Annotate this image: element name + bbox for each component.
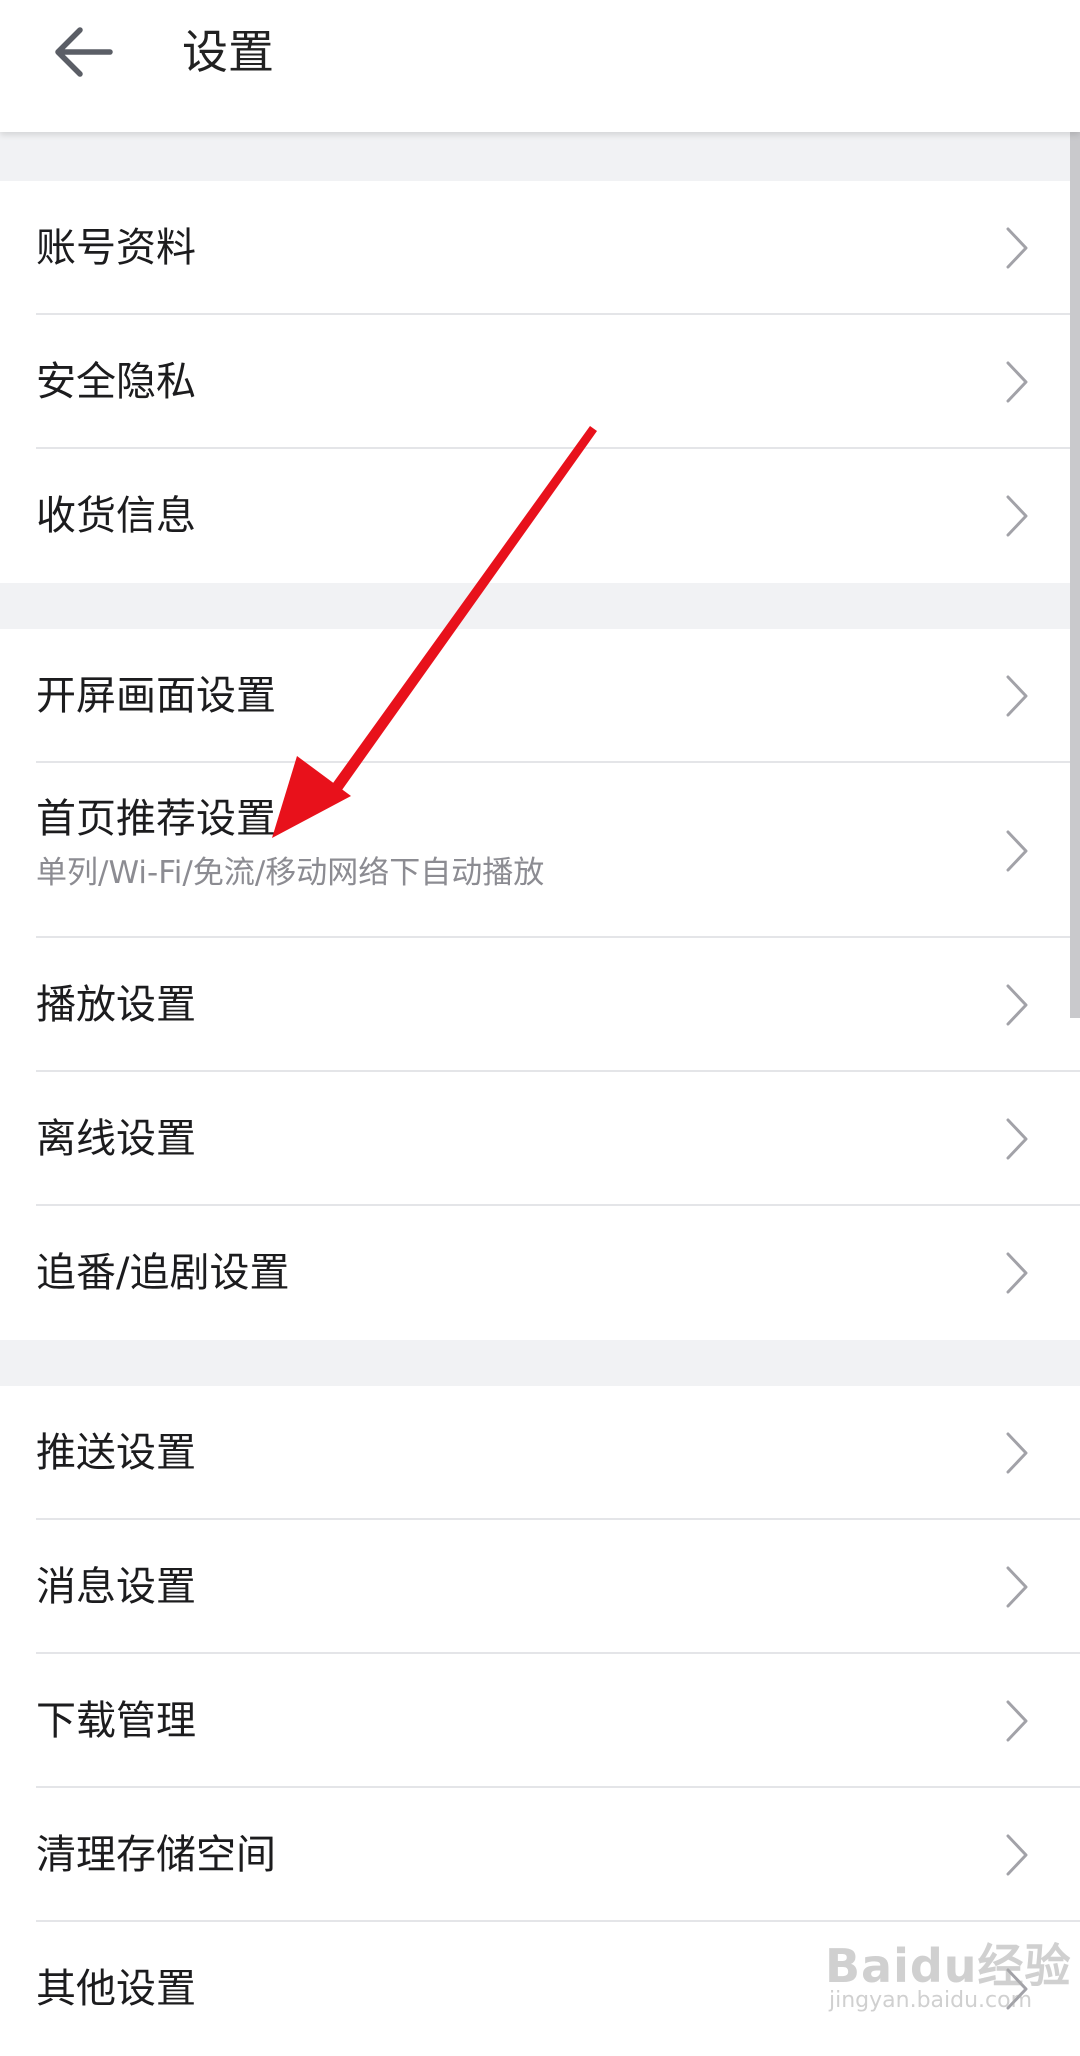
scrollbar[interactable] xyxy=(1070,132,1080,1018)
page-title: 设置 xyxy=(182,25,274,79)
settings-item-messages[interactable]: 消息设置 xyxy=(0,1520,1080,1654)
settings-item-security-privacy[interactable]: 安全隐私 xyxy=(0,315,1080,449)
chevron-right-icon xyxy=(1006,1432,1028,1474)
settings-item-follow-series[interactable]: 追番/追剧设置 xyxy=(0,1206,1080,1340)
settings-item-label: 收货信息 xyxy=(36,493,196,539)
settings-group-general: 推送设置 消息设置 下载管理 清理存储空间 其他设置 xyxy=(0,1386,1080,2056)
settings-item-label: 首页推荐设置 xyxy=(36,796,276,842)
chevron-right-icon xyxy=(1006,1968,1028,2010)
settings-item-home-recommend[interactable]: 首页推荐设置 单列/Wi-Fi/免流/移动网络下自动播放 xyxy=(0,763,1080,938)
chevron-right-icon xyxy=(1006,1118,1028,1160)
settings-item-label: 清理存储空间 xyxy=(36,1832,276,1878)
chevron-right-icon xyxy=(1006,830,1028,872)
settings-item-label: 离线设置 xyxy=(36,1116,196,1162)
chevron-right-icon xyxy=(1006,361,1028,403)
settings-item-label: 下载管理 xyxy=(36,1698,196,1744)
settings-group-playback: 开屏画面设置 首页推荐设置 单列/Wi-Fi/免流/移动网络下自动播放 播放设置… xyxy=(0,629,1080,1340)
chevron-right-icon xyxy=(1006,1834,1028,1876)
settings-item-clear-storage[interactable]: 清理存储空间 xyxy=(0,1788,1080,1922)
settings-item-label: 其他设置 xyxy=(36,1966,196,2012)
settings-item-label: 安全隐私 xyxy=(36,359,196,405)
settings-item-account-profile[interactable]: 账号资料 xyxy=(0,181,1080,315)
chevron-right-icon xyxy=(1006,1700,1028,1742)
settings-item-shipping-info[interactable]: 收货信息 xyxy=(0,449,1080,583)
settings-item-push[interactable]: 推送设置 xyxy=(0,1386,1080,1520)
settings-item-subtitle: 单列/Wi-Fi/免流/移动网络下自动播放 xyxy=(36,855,545,891)
arrow-left-icon[interactable] xyxy=(50,24,116,80)
app-header: 设置 xyxy=(0,0,1080,132)
settings-item-label: 推送设置 xyxy=(36,1430,196,1476)
chevron-right-icon xyxy=(1006,1252,1028,1294)
chevron-right-icon xyxy=(1006,1566,1028,1608)
chevron-right-icon xyxy=(1006,675,1028,717)
settings-group-account: 账号资料 安全隐私 收货信息 xyxy=(0,181,1080,583)
settings-item-playback[interactable]: 播放设置 xyxy=(0,938,1080,1072)
settings-item-label: 消息设置 xyxy=(36,1564,196,1610)
settings-item-label: 账号资料 xyxy=(36,225,196,271)
chevron-right-icon xyxy=(1006,227,1028,269)
settings-item-downloads[interactable]: 下载管理 xyxy=(0,1654,1080,1788)
settings-item-offline[interactable]: 离线设置 xyxy=(0,1072,1080,1206)
settings-item-label: 追番/追剧设置 xyxy=(36,1250,290,1296)
settings-item-label: 播放设置 xyxy=(36,982,196,1028)
chevron-right-icon xyxy=(1006,984,1028,1026)
settings-item-splash-screen[interactable]: 开屏画面设置 xyxy=(0,629,1080,763)
settings-item-label: 开屏画面设置 xyxy=(36,673,276,719)
settings-item-other[interactable]: 其他设置 xyxy=(0,1922,1080,2056)
chevron-right-icon xyxy=(1006,495,1028,537)
